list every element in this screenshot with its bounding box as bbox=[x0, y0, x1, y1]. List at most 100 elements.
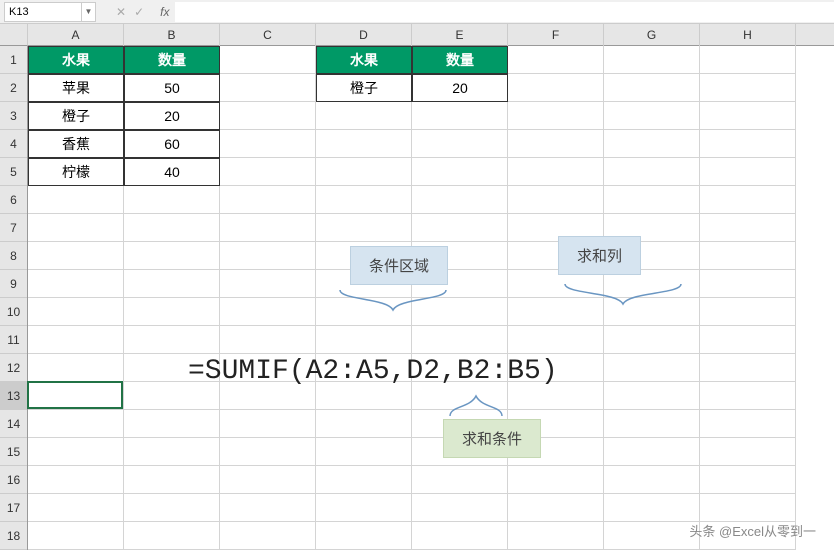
cell[interactable] bbox=[604, 298, 700, 326]
cell[interactable] bbox=[700, 354, 796, 382]
cell[interactable] bbox=[700, 410, 796, 438]
cell[interactable] bbox=[316, 522, 412, 550]
cell[interactable] bbox=[124, 466, 220, 494]
row-header-9[interactable]: 9 bbox=[0, 270, 27, 298]
cell[interactable] bbox=[604, 326, 700, 354]
cell[interactable] bbox=[604, 46, 700, 74]
cell[interactable] bbox=[412, 522, 508, 550]
cell[interactable] bbox=[700, 382, 796, 410]
cell[interactable] bbox=[28, 242, 124, 270]
cell[interactable] bbox=[28, 522, 124, 550]
row-header-12[interactable]: 12 bbox=[0, 354, 27, 382]
data-cell[interactable]: 水果 bbox=[28, 46, 124, 74]
data-cell[interactable]: 水果 bbox=[316, 46, 412, 74]
row-header-2[interactable]: 2 bbox=[0, 74, 27, 102]
formula-input[interactable] bbox=[175, 2, 834, 22]
row-header-5[interactable]: 5 bbox=[0, 158, 27, 186]
name-box[interactable]: K13 bbox=[4, 2, 82, 22]
cell[interactable] bbox=[316, 326, 412, 354]
cell[interactable] bbox=[220, 102, 316, 130]
data-cell[interactable]: 香蕉 bbox=[28, 130, 124, 158]
data-cell[interactable]: 40 bbox=[124, 158, 220, 186]
data-cell[interactable]: 柠檬 bbox=[28, 158, 124, 186]
row-header-4[interactable]: 4 bbox=[0, 130, 27, 158]
cell[interactable] bbox=[604, 102, 700, 130]
cell[interactable] bbox=[700, 158, 796, 186]
cell[interactable] bbox=[28, 186, 124, 214]
column-header-F[interactable]: F bbox=[508, 24, 604, 46]
row-header-15[interactable]: 15 bbox=[0, 438, 27, 466]
cell[interactable] bbox=[412, 214, 508, 242]
cell[interactable] bbox=[604, 158, 700, 186]
row-header-7[interactable]: 7 bbox=[0, 214, 27, 242]
cell[interactable] bbox=[124, 326, 220, 354]
cell[interactable] bbox=[700, 494, 796, 522]
cell[interactable] bbox=[508, 522, 604, 550]
cell[interactable] bbox=[700, 298, 796, 326]
cell[interactable] bbox=[508, 466, 604, 494]
cell[interactable] bbox=[220, 242, 316, 270]
row-header-6[interactable]: 6 bbox=[0, 186, 27, 214]
cell[interactable] bbox=[604, 382, 700, 410]
cell[interactable] bbox=[28, 326, 124, 354]
cell[interactable] bbox=[124, 298, 220, 326]
cell[interactable] bbox=[220, 270, 316, 298]
cell[interactable] bbox=[28, 382, 124, 410]
cell[interactable] bbox=[700, 46, 796, 74]
cell[interactable] bbox=[412, 102, 508, 130]
cell[interactable] bbox=[220, 158, 316, 186]
data-cell[interactable]: 60 bbox=[124, 130, 220, 158]
cell[interactable] bbox=[508, 102, 604, 130]
cell[interactable] bbox=[28, 494, 124, 522]
cell[interactable] bbox=[124, 494, 220, 522]
cell[interactable] bbox=[28, 354, 124, 382]
cell[interactable] bbox=[220, 186, 316, 214]
cell[interactable] bbox=[604, 522, 700, 550]
cell[interactable] bbox=[700, 130, 796, 158]
row-header-14[interactable]: 14 bbox=[0, 410, 27, 438]
cell[interactable] bbox=[700, 214, 796, 242]
cell[interactable] bbox=[412, 186, 508, 214]
cell[interactable] bbox=[700, 186, 796, 214]
cell[interactable] bbox=[124, 214, 220, 242]
cell[interactable] bbox=[124, 522, 220, 550]
cell[interactable] bbox=[124, 242, 220, 270]
row-header-17[interactable]: 17 bbox=[0, 494, 27, 522]
data-cell[interactable]: 数量 bbox=[412, 46, 508, 74]
column-header-C[interactable]: C bbox=[220, 24, 316, 46]
data-cell[interactable]: 橙子 bbox=[316, 74, 412, 102]
cell[interactable] bbox=[220, 74, 316, 102]
cell[interactable] bbox=[124, 186, 220, 214]
cell[interactable] bbox=[700, 74, 796, 102]
data-cell[interactable]: 20 bbox=[412, 74, 508, 102]
cell[interactable] bbox=[316, 158, 412, 186]
cell[interactable] bbox=[124, 410, 220, 438]
cell[interactable] bbox=[220, 214, 316, 242]
cell[interactable] bbox=[220, 326, 316, 354]
cell[interactable] bbox=[316, 186, 412, 214]
data-cell[interactable]: 橙子 bbox=[28, 102, 124, 130]
column-header-E[interactable]: E bbox=[412, 24, 508, 46]
column-header-A[interactable]: A bbox=[28, 24, 124, 46]
data-cell[interactable]: 苹果 bbox=[28, 74, 124, 102]
cell[interactable] bbox=[220, 466, 316, 494]
data-cell[interactable]: 数量 bbox=[124, 46, 220, 74]
cell[interactable] bbox=[604, 466, 700, 494]
cell[interactable] bbox=[508, 46, 604, 74]
cell[interactable] bbox=[316, 298, 412, 326]
fx-icon[interactable]: fx bbox=[160, 5, 169, 19]
cell[interactable] bbox=[412, 466, 508, 494]
cell[interactable] bbox=[604, 74, 700, 102]
column-header-H[interactable]: H bbox=[700, 24, 796, 46]
row-header-10[interactable]: 10 bbox=[0, 298, 27, 326]
cell[interactable] bbox=[700, 242, 796, 270]
cell[interactable] bbox=[316, 466, 412, 494]
cell[interactable] bbox=[28, 214, 124, 242]
cell[interactable] bbox=[220, 410, 316, 438]
cell[interactable] bbox=[412, 298, 508, 326]
cell[interactable] bbox=[700, 466, 796, 494]
row-header-16[interactable]: 16 bbox=[0, 466, 27, 494]
cell[interactable] bbox=[604, 130, 700, 158]
cell[interactable] bbox=[604, 410, 700, 438]
cell[interactable] bbox=[700, 102, 796, 130]
